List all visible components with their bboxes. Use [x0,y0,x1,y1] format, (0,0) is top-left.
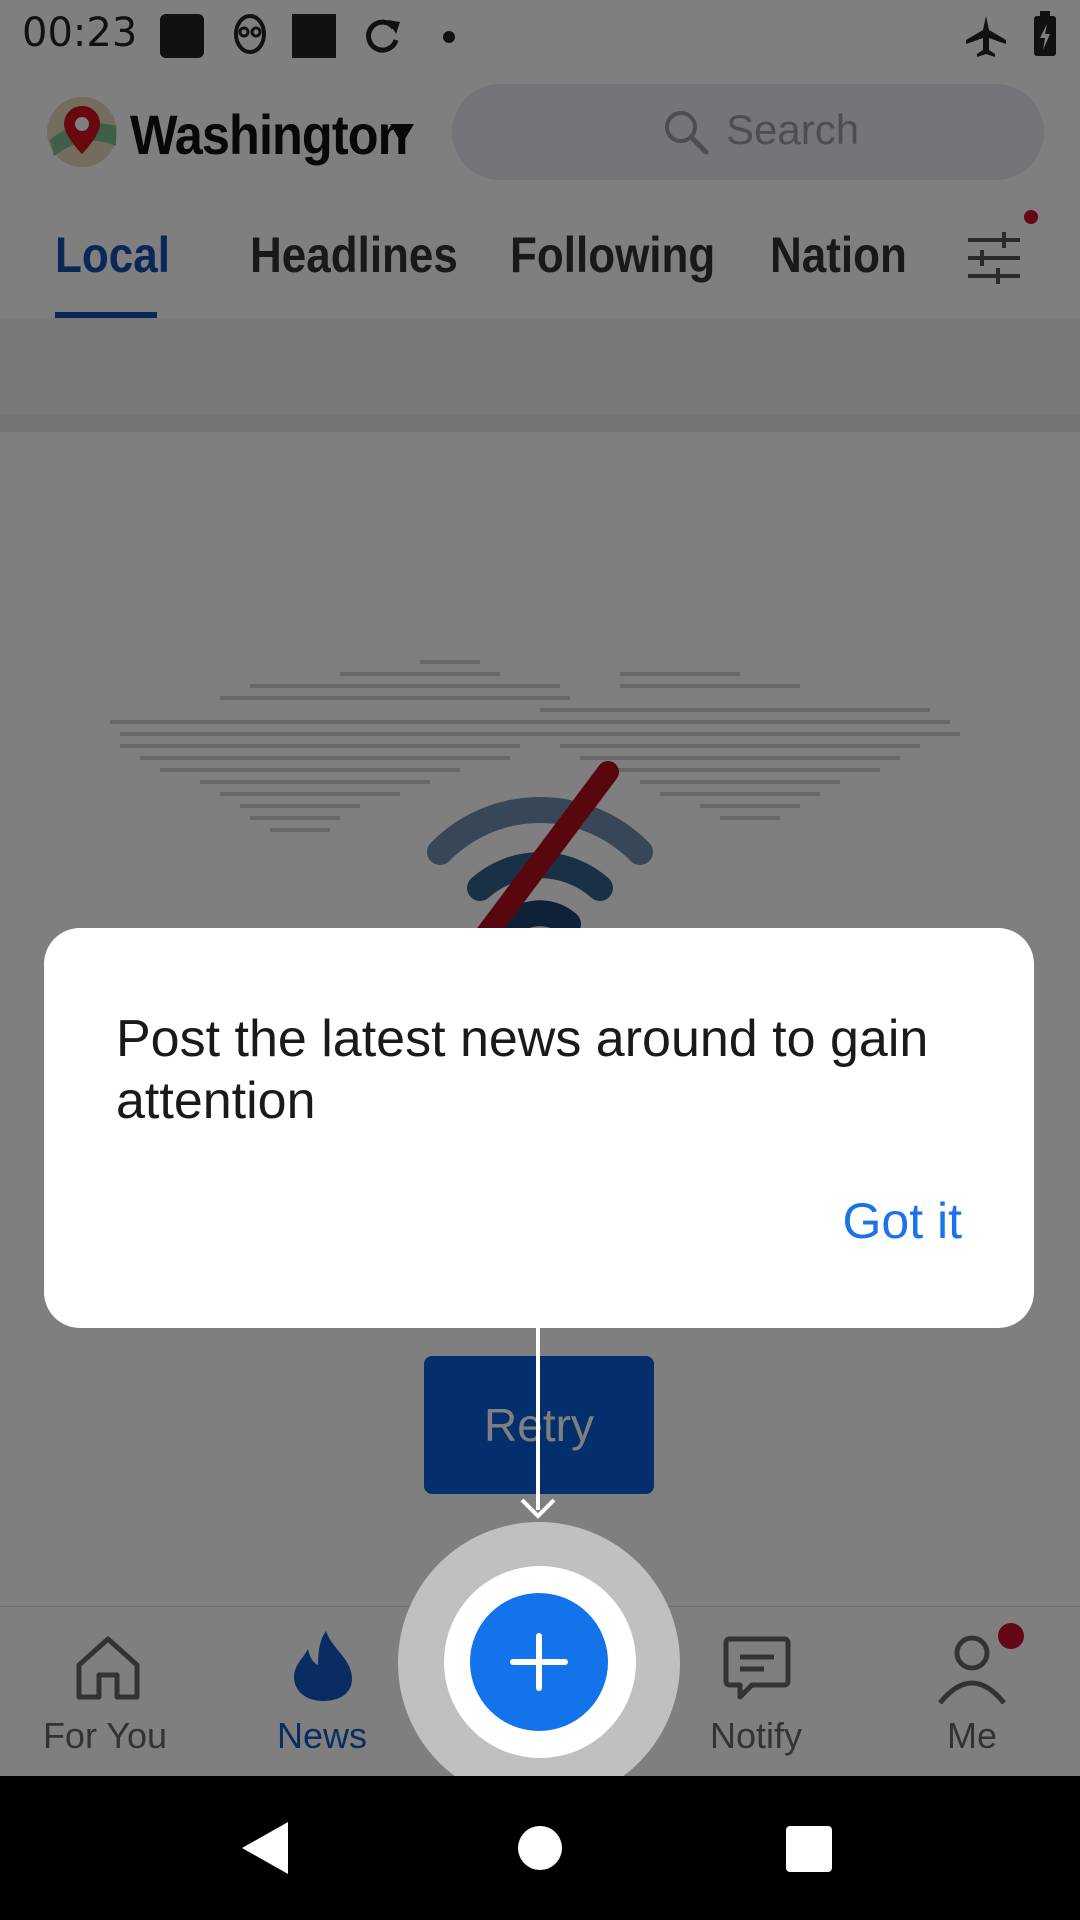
recents-icon[interactable] [786,1826,832,1872]
post-news-button[interactable] [470,1593,608,1731]
home-button-icon[interactable] [518,1826,562,1870]
tip-dialog: Post the latest news around to gain atte… [44,928,1034,1328]
tip-message: Post the latest news around to gain atte… [116,1010,929,1130]
back-icon[interactable] [240,1820,290,1876]
system-navigation-bar [0,1776,1080,1920]
pointer-arrow-line [536,1328,540,1510]
arrow-down-icon [520,1498,556,1519]
got-it-button[interactable]: Got it [843,1192,962,1250]
plus-icon [510,1633,568,1691]
